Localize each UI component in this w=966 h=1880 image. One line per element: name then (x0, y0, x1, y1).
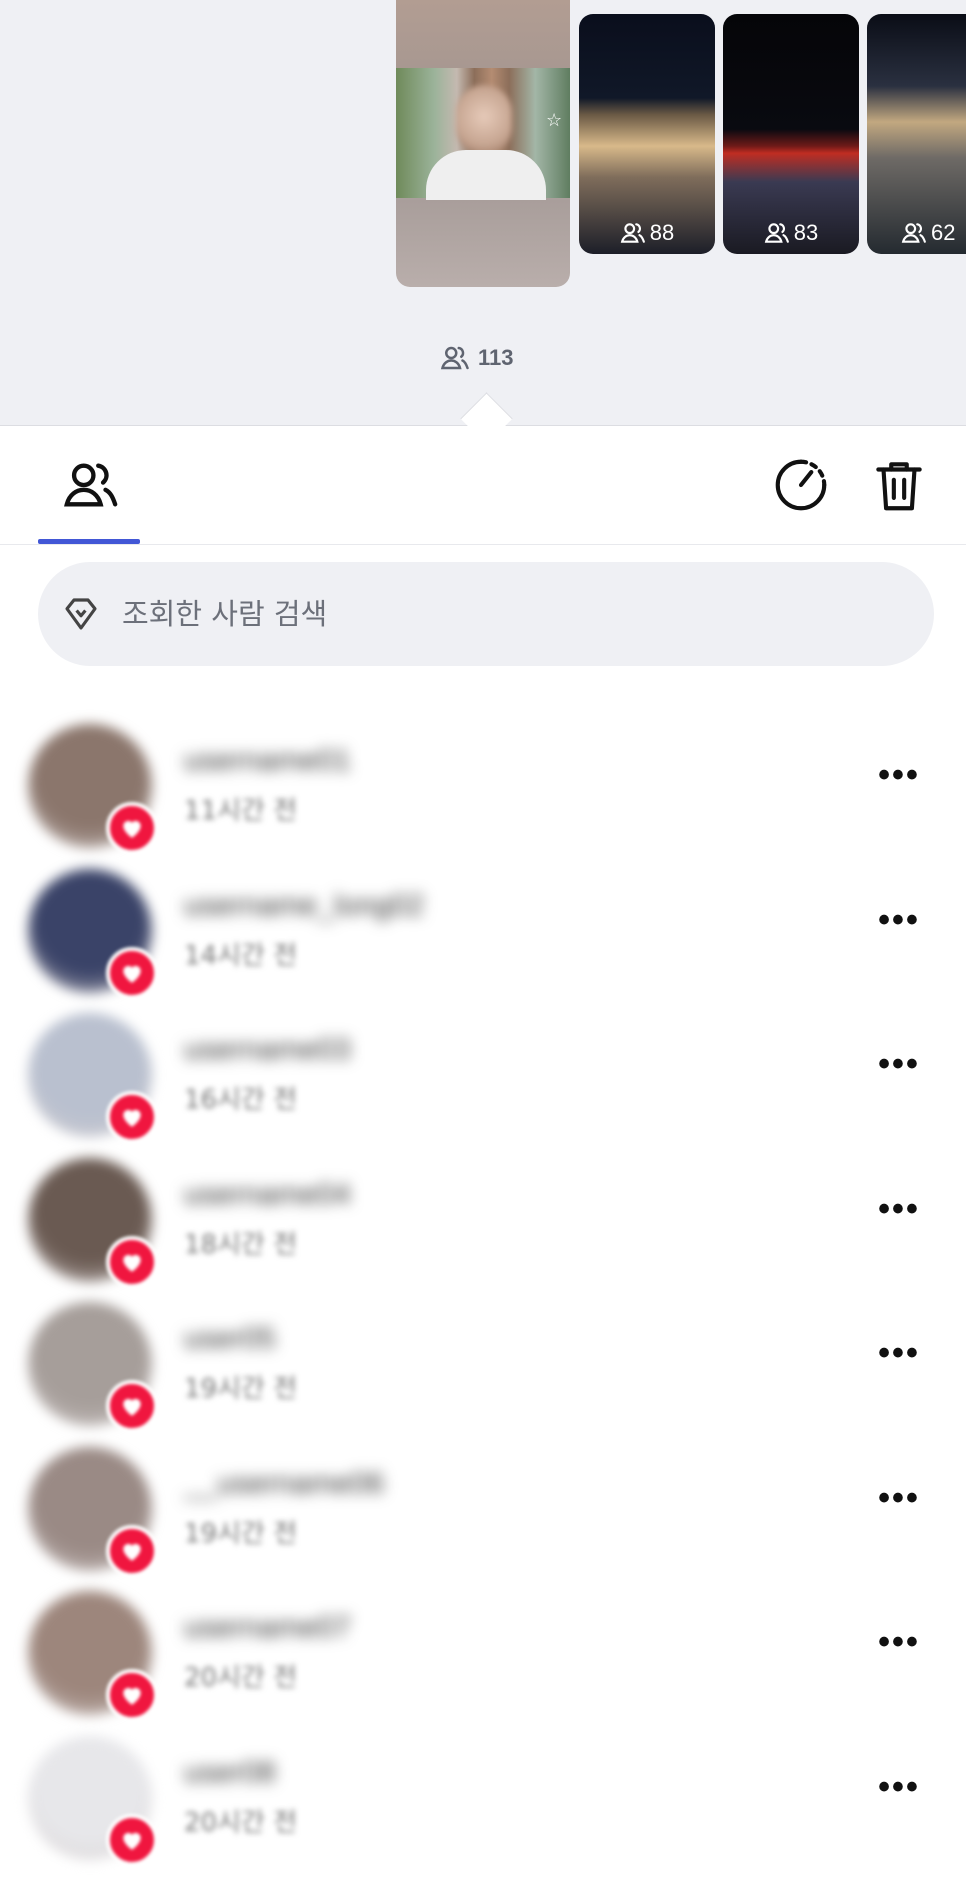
story-view-count: 62 (931, 220, 956, 245)
list-item[interactable]: username07 20시간 전 ••• (0, 1591, 966, 1735)
more-options-button[interactable]: ••• (872, 1336, 926, 1370)
heart-reaction-icon (106, 802, 158, 854)
more-options-button[interactable]: ••• (872, 1625, 926, 1659)
story-strip: ☆ 88 83 62 113 (0, 0, 966, 426)
viewed-time: 14시간 전 (184, 940, 298, 971)
heart-reaction-icon (106, 1380, 158, 1432)
search-input[interactable] (120, 596, 884, 632)
viewer-username[interactable]: user08 (184, 1756, 276, 1790)
viewer-username[interactable]: username04 (184, 1178, 351, 1212)
list-item[interactable]: username_long02 14시간 전 ••• (0, 868, 966, 1013)
heart-reaction-icon (106, 1235, 158, 1288)
viewers-icon (440, 346, 469, 370)
selected-story-view-count: 113 (478, 345, 514, 370)
viewed-time: 20시간 전 (184, 1663, 298, 1693)
story-thumbnail[interactable]: 88 (579, 14, 715, 254)
viewer-username[interactable]: username03 (184, 1033, 351, 1067)
list-item[interactable]: user08 20시간 전 ••• (0, 1735, 966, 1880)
heart-reaction-icon (106, 1669, 158, 1721)
timer-icon (775, 459, 827, 511)
tab-viewers[interactable] (38, 426, 140, 544)
viewer-username[interactable]: username07 (184, 1611, 351, 1645)
story-timer-button[interactable] (770, 454, 832, 516)
viewer-username[interactable]: username01 (184, 744, 351, 778)
viewers-icon (620, 223, 645, 243)
viewer-username[interactable]: user05 (184, 1322, 276, 1356)
list-item[interactable]: username01 11시간 전 ••• (0, 724, 966, 868)
more-options-button[interactable]: ••• (872, 1481, 926, 1515)
selected-story-views: 113 (440, 343, 514, 373)
viewed-time: 18시간 전 (184, 1229, 298, 1260)
heart-reaction-icon (106, 1524, 158, 1577)
viewer-search-bar[interactable] (38, 562, 934, 666)
story-view-count: 83 (793, 220, 819, 245)
more-options-button[interactable]: ••• (872, 1047, 926, 1081)
more-options-button[interactable]: ••• (872, 758, 926, 792)
viewers-icon (901, 223, 926, 243)
viewers-icon (764, 223, 789, 243)
viewer-username[interactable]: username_long02 (184, 889, 424, 923)
viewed-time: 11시간 전 (184, 796, 298, 826)
story-thumbnail[interactable]: 62 (867, 14, 966, 254)
more-options-button[interactable]: ••• (872, 1192, 926, 1226)
heart-reaction-icon (106, 1813, 158, 1866)
list-item[interactable]: username03 16시간 전 ••• (0, 1013, 966, 1157)
list-item[interactable]: user05 19시간 전 ••• (0, 1302, 966, 1446)
list-item[interactable]: username04 18시간 전 ••• (0, 1157, 966, 1302)
star-sticker-icon: ☆ (546, 110, 563, 130)
more-options-button[interactable]: ••• (872, 903, 926, 937)
heart-reaction-icon (106, 1091, 158, 1143)
viewed-time: 20시간 전 (184, 1807, 298, 1838)
heart-reaction-icon (106, 946, 158, 999)
list-item[interactable]: __username06 19시간 전 ••• (0, 1446, 966, 1591)
search-gem-icon (65, 598, 97, 630)
story-view-count: 88 (649, 220, 675, 245)
viewer-username[interactable]: __username06 (184, 1467, 384, 1501)
viewed-time: 19시간 전 (184, 1374, 298, 1404)
viewer-tab-bar (0, 426, 966, 545)
story-thumbnail[interactable]: 83 (723, 14, 859, 254)
more-options-button[interactable]: ••• (872, 1770, 926, 1804)
delete-story-button[interactable] (868, 454, 930, 516)
story-photo-subject (456, 85, 512, 155)
viewers-icon (64, 463, 118, 507)
selected-story-thumbnail[interactable]: ☆ (396, 0, 570, 287)
viewed-time: 16시간 전 (184, 1085, 298, 1115)
viewed-time: 19시간 전 (184, 1518, 298, 1549)
active-tab-indicator (38, 539, 140, 544)
trash-icon (876, 462, 922, 511)
